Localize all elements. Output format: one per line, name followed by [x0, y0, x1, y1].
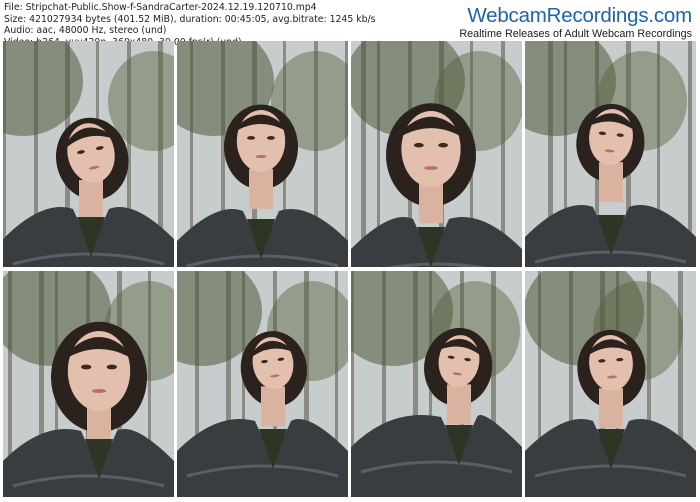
thumbnail-image — [3, 271, 174, 497]
thumbnail-2[interactable] — [177, 41, 348, 267]
thumbnail-grid — [3, 41, 696, 497]
thumbnail-1[interactable] — [3, 41, 174, 267]
neck — [419, 183, 443, 224]
thumbnail-3[interactable] — [351, 41, 522, 267]
thumbnail-4[interactable] — [525, 41, 696, 267]
neck — [249, 168, 273, 209]
site-brand: WebcamRecordings.com Realtime Releases o… — [459, 4, 692, 41]
file-size-duration: Size: 421027934 bytes (401.52 MiB), dura… — [4, 13, 376, 25]
neck — [447, 384, 471, 425]
thumbnail-8[interactable] — [525, 271, 696, 497]
site-logo-text: WebcamRecordings.com — [467, 4, 692, 27]
file-name: File: Stripchat-Public.Show-f-SandraCart… — [4, 2, 317, 13]
tree-trunk — [688, 41, 692, 241]
thumbnail-image — [525, 271, 696, 497]
thumbnail-image — [351, 41, 522, 267]
puffer-jacket — [351, 415, 522, 497]
thumbnail-image — [351, 271, 522, 497]
neck — [261, 386, 285, 427]
site-tagline: Realtime Releases of Adult Webcam Record… — [459, 28, 692, 40]
thumbnail-image — [3, 41, 174, 267]
thumbnail-5[interactable] — [3, 271, 174, 497]
thumbnail-image — [525, 41, 696, 267]
neck — [79, 180, 103, 220]
neck — [599, 388, 623, 429]
thumbnail-image — [177, 271, 348, 497]
thumbnail-7[interactable] — [351, 271, 522, 497]
thumbnail-image — [177, 41, 348, 267]
neck — [599, 162, 623, 203]
thumbnail-6[interactable] — [177, 271, 348, 497]
audio-info: Audio: aac, 48000 Hz, stereo (und) — [4, 25, 167, 36]
